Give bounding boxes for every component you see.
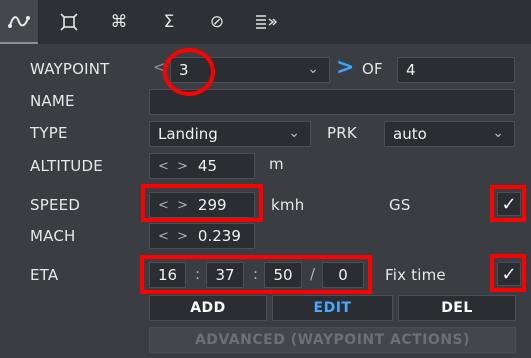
- mach-label: MACH: [30, 227, 76, 245]
- prk-label: PRK: [327, 124, 357, 142]
- chevron-down-icon: ⌄: [492, 125, 504, 141]
- edit-button[interactable]: EDIT: [272, 295, 393, 321]
- tab-target[interactable]: [50, 0, 88, 44]
- tab-bar: ⌘ Σ ⊘: [0, 0, 531, 44]
- annotation-rect-eta: [140, 255, 372, 294]
- sigma-icon: Σ: [163, 12, 175, 32]
- stepper-arrows-icon[interactable]: < >: [158, 159, 190, 174]
- list-arrow-icon: [256, 15, 277, 29]
- chevron-down-icon: ⌄: [307, 61, 319, 77]
- tab-list[interactable]: [247, 0, 285, 44]
- waypoint-next-button[interactable]: >: [336, 55, 354, 80]
- target-icon: [60, 13, 78, 31]
- add-button[interactable]: ADD: [149, 295, 267, 321]
- speed-unit: kmh: [271, 196, 305, 214]
- waypoint-total: 4: [406, 61, 416, 79]
- delete-button[interactable]: DEL: [398, 295, 516, 321]
- type-label: TYPE: [30, 124, 68, 142]
- prk-value: auto: [393, 125, 427, 143]
- annotation-circle-waypoint: [163, 48, 215, 96]
- tab-command[interactable]: ⌘: [100, 0, 138, 44]
- type-value: Landing: [158, 125, 218, 143]
- altitude-unit: m: [269, 155, 284, 173]
- gs-label: GS: [389, 196, 411, 214]
- annotation-rect-gs: [490, 185, 526, 222]
- speed-label: SPEED: [30, 196, 81, 214]
- chevron-down-icon: ⌄: [288, 125, 300, 141]
- advanced-waypoint-actions-button: ADVANCED (WAYPOINT ACTIONS): [149, 327, 516, 353]
- mach-spinbox[interactable]: < > 0.239: [149, 223, 255, 249]
- waypoint-label: WAYPOINT: [30, 60, 110, 78]
- mach-value: 0.239: [197, 227, 241, 245]
- fix-time-label: Fix time: [385, 266, 446, 284]
- waypoint-panel: WAYPOINT < 3 ⌄ > OF 4 NAME TYPE Landing …: [0, 44, 531, 358]
- prk-select[interactable]: auto ⌄: [384, 121, 515, 147]
- name-input[interactable]: [149, 89, 515, 115]
- annotation-rect-speed: [141, 184, 263, 222]
- no-entry-icon: ⊘: [209, 12, 225, 32]
- altitude-label: ALTITUDE: [30, 157, 103, 175]
- waypoint-total-field: 4: [397, 57, 515, 83]
- waypoint-of-label: OF: [362, 60, 383, 78]
- type-select[interactable]: Landing ⌄: [149, 121, 311, 147]
- altitude-spinbox[interactable]: < > 45: [149, 153, 255, 179]
- eta-label: ETA: [30, 266, 59, 284]
- tab-route[interactable]: [0, 0, 38, 44]
- stepper-arrows-icon[interactable]: < >: [158, 229, 190, 244]
- name-label: NAME: [30, 92, 75, 110]
- tab-sigma[interactable]: Σ: [150, 0, 188, 44]
- command-icon: ⌘: [110, 12, 128, 32]
- altitude-value: 45: [197, 157, 218, 175]
- route-icon: [8, 16, 30, 28]
- annotation-rect-fix-time: [490, 254, 526, 292]
- tab-no-entry[interactable]: ⊘: [198, 0, 236, 44]
